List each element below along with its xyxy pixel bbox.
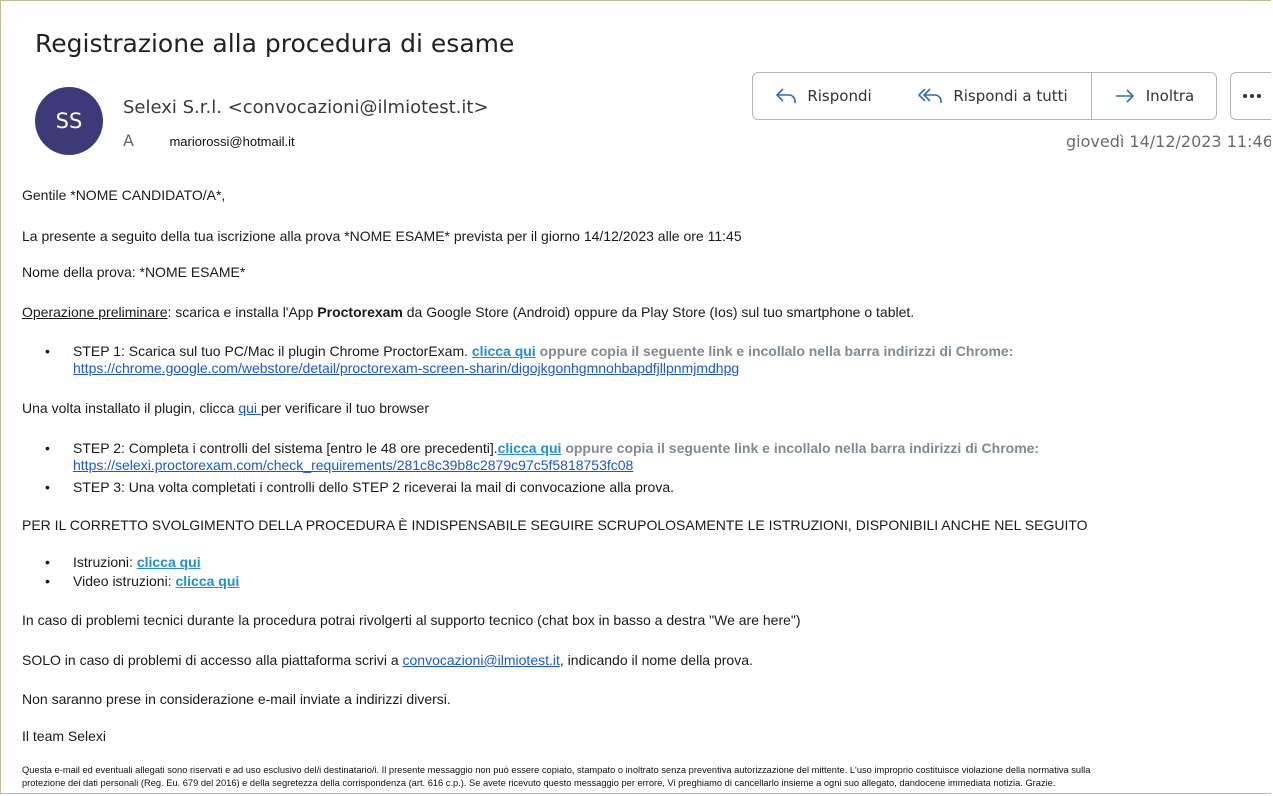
more-actions-button[interactable] <box>1230 72 1271 120</box>
reply-label: Rispondi <box>807 87 872 105</box>
intro-paragraph: La presente a seguito della tua iscrizio… <box>22 228 742 244</box>
sender-name[interactable]: Selexi S.r.l. <convocazioni@ilmiotest.it… <box>123 97 489 118</box>
step-1-copy-text: oppure copia il seguente link e incollal… <box>535 343 1014 359</box>
bullet-icon: • <box>45 554 50 570</box>
instructions-label: Istruzioni: <box>73 554 137 570</box>
step-2-text: STEP 2: Completa i controlli del sistema… <box>73 440 498 456</box>
instructions-item: Istruzioni: clicca qui <box>73 554 201 571</box>
preliminary-text-end: da Google Store (Android) oppure da Play… <box>402 304 915 320</box>
plugin-text-end: per verificare il tuo browser <box>260 400 429 416</box>
instructions-link[interactable]: clicca qui <box>137 554 201 570</box>
reply-icon <box>775 87 797 105</box>
disclaimer-line-2: protezione dei dati personali (Reg. Eu. … <box>22 778 1056 788</box>
support-email-link[interactable]: convocazioni@ilmiotest.it <box>403 652 560 668</box>
reply-all-icon <box>917 87 943 105</box>
recipient-address[interactable]: mariorossi@hotmail.it <box>169 134 294 149</box>
video-instructions-label: Video istruzioni: <box>73 573 176 589</box>
email-date: giovedì 14/12/2023 11:46 <box>1066 132 1271 151</box>
plugin-paragraph: Una volta installato il plugin, clicca q… <box>22 400 429 416</box>
reply-all-button[interactable]: Rispondi a tutti <box>894 72 1092 120</box>
step-1-text: STEP 1: Scarica sul tuo PC/Mac il plugin… <box>73 343 472 359</box>
forward-button[interactable]: Inoltra <box>1092 72 1217 120</box>
preliminary-label: Operazione preliminare <box>22 304 168 320</box>
video-instructions-link[interactable]: clicca qui <box>175 573 239 589</box>
bullet-icon: • <box>45 479 50 495</box>
preliminary-paragraph: Operazione preliminare: scarica e instal… <box>22 304 914 320</box>
step-3: STEP 3: Una volta completati i controlli… <box>73 479 674 495</box>
bullet-icon: • <box>45 440 50 456</box>
warning-paragraph: PER IL CORRETTO SVOLGIMENTO DELLA PROCED… <box>22 517 1088 533</box>
reply-button[interactable]: Rispondi <box>752 72 895 120</box>
bullet-icon: • <box>45 573 50 589</box>
sender-avatar[interactable]: SS <box>35 87 103 155</box>
exam-name: Nome della prova: *NOME ESAME* <box>22 264 246 280</box>
recipient-row: A mariorossi@hotmail.it <box>123 131 295 151</box>
chrome-store-link[interactable]: https://chrome.google.com/webstore/detai… <box>73 360 739 376</box>
plugin-text: Una volta installato il plugin, clicca <box>22 400 239 416</box>
step-2-copy-text: oppure copia il seguente link e incollal… <box>561 440 1040 456</box>
bullet-icon: • <box>45 343 50 359</box>
video-instructions-item: Video istruzioni: clicca qui <box>73 573 239 590</box>
disclaimer-line-1: Questa e-mail ed eventuali allegati sono… <box>22 765 1091 775</box>
reply-all-label: Rispondi a tutti <box>953 87 1068 105</box>
step-1: STEP 1: Scarica sul tuo PC/Mac il plugin… <box>73 343 1013 377</box>
check-browser-link[interactable]: qui <box>238 400 261 416</box>
ellipsis-icon <box>1243 94 1261 98</box>
step-2-click-link[interactable]: clicca qui <box>498 440 562 456</box>
email-subject: Registrazione alla procedura di esame <box>35 29 515 58</box>
recipient-label: A <box>123 131 134 150</box>
email-window: Registrazione alla procedura di esame SS… <box>0 0 1271 794</box>
avatar-initials: SS <box>55 109 83 133</box>
access-text-end: , indicando il nome della prova. <box>559 652 753 668</box>
access-paragraph: SOLO in caso di problemi di accesso alla… <box>22 652 753 668</box>
step-2: STEP 2: Completa i controlli del sistema… <box>73 440 1039 474</box>
access-text: SOLO in caso di problemi di accesso alla… <box>22 652 403 668</box>
forward-arrow-icon <box>1114 87 1136 105</box>
forward-label: Inoltra <box>1145 87 1195 105</box>
greeting: Gentile *NOME CANDIDATO/A*, <box>22 187 226 203</box>
ignored-emails-paragraph: Non saranno prese in considerazione e-ma… <box>22 691 451 707</box>
legal-disclaimer: Questa e-mail ed eventuali allegati sono… <box>22 764 1267 790</box>
step-1-click-link[interactable]: clicca qui <box>472 343 536 359</box>
support-paragraph: In caso di problemi tecnici durante la p… <box>22 612 801 628</box>
preliminary-text: : scarica e installa l'App <box>167 304 318 320</box>
check-requirements-link[interactable]: https://selexi.proctorexam.com/check_req… <box>73 457 633 473</box>
signature: Il team Selexi <box>22 728 107 744</box>
app-name: Proctorexam <box>317 304 403 320</box>
